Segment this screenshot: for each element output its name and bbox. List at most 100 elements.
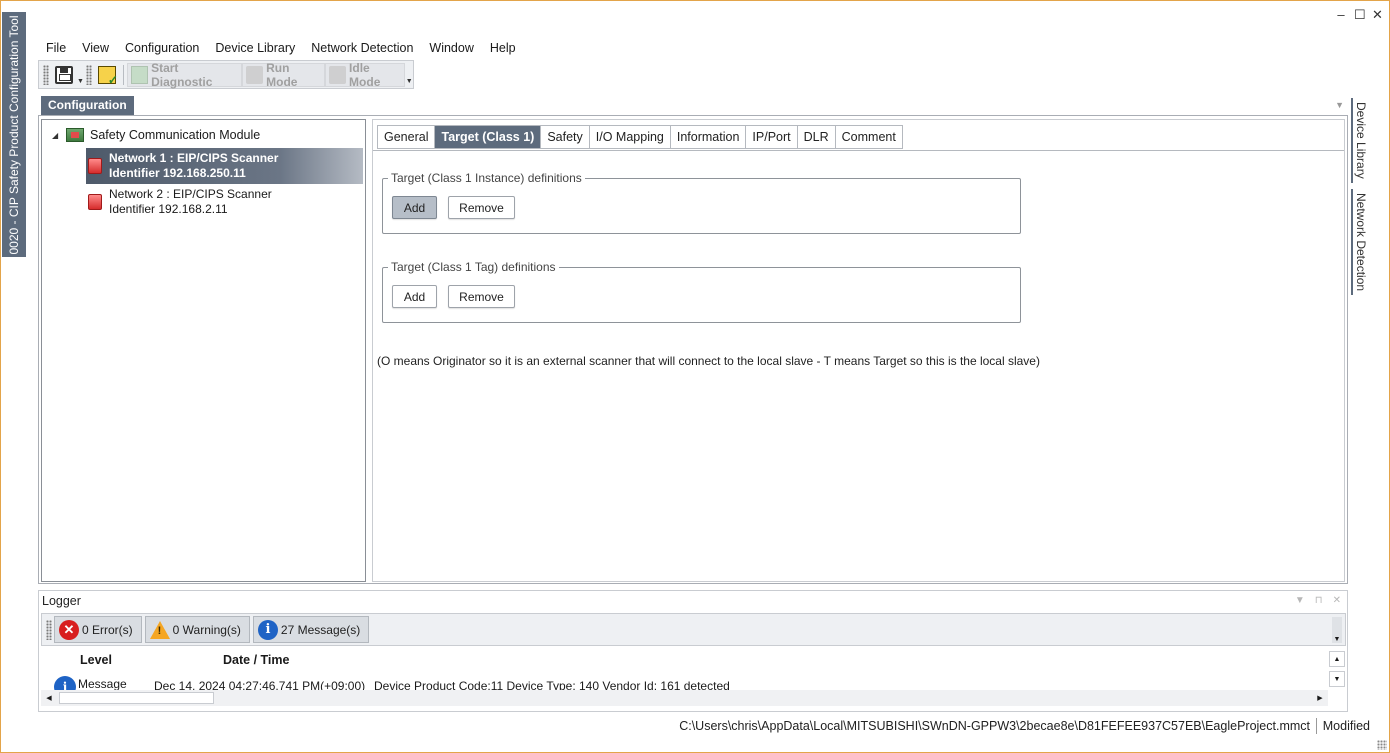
remove-instance-button[interactable]: Remove (448, 196, 515, 219)
properties-tab-area: General Target (Class 1) Safety I/O Mapp… (372, 119, 1345, 582)
logger-controls: ▼ ⊓ ✕ (1295, 595, 1341, 606)
right-side-tabs: Device Library Network Detection (1351, 98, 1369, 295)
scroll-down-icon[interactable]: ▼ (1329, 671, 1345, 687)
tab-general[interactable]: General (377, 125, 436, 149)
run-mode-icon (246, 65, 264, 84)
scroll-left-icon[interactable]: ◀ (41, 690, 57, 706)
logger-toolbar: ✕ 0 Error(s) 0 Warning(s) i 27 Message(s… (41, 613, 1346, 646)
menu-view[interactable]: View (74, 38, 117, 58)
info-icon: i (257, 619, 278, 640)
configuration-panel: ◢ Safety Communication Module Network 1 … (38, 115, 1348, 584)
save-button[interactable] (51, 63, 77, 87)
modified-status: Modified (1322, 719, 1370, 733)
maximize-icon[interactable]: ☐ (1354, 8, 1366, 22)
menu-window[interactable]: Window (421, 38, 481, 58)
tab-information[interactable]: Information (670, 125, 747, 149)
panel-options-icon[interactable]: ▼ (1335, 100, 1344, 110)
close-icon[interactable]: ✕ (1372, 8, 1383, 22)
errors-count: 0 Error(s) (82, 622, 133, 637)
tab-comment[interactable]: Comment (835, 125, 903, 149)
toolbar-overflow-arrow[interactable]: ▼ (405, 63, 413, 87)
tag-definitions-group: Target (Class 1 Tag) definitions Add Rem… (382, 260, 1021, 323)
warnings-filter-button[interactable]: 0 Warning(s) (144, 616, 250, 643)
scroll-up-icon[interactable]: ▲ (1329, 651, 1345, 667)
logger-pin-icon[interactable]: ⊓ (1315, 595, 1323, 606)
network-1-identifier: Identifier 192.168.250.11 (109, 166, 246, 180)
tree-node-network-1[interactable]: Network 1 : EIP/CIPS Scanner Identifier … (86, 148, 363, 184)
target-class1-content: Target (Class 1 Instance) definitions Ad… (373, 150, 1344, 581)
warnings-count: 0 Warning(s) (172, 622, 241, 637)
menu-configuration[interactable]: Configuration (117, 38, 207, 58)
messages-filter-button[interactable]: i 27 Message(s) (252, 616, 370, 643)
originator-target-note: (O means Originator so it is an external… (377, 354, 1040, 368)
log-horizontal-scrollbar[interactable]: ◀ ▶ (41, 690, 1328, 706)
start-diagnostic-label: Start Diagnostic (151, 60, 213, 89)
toolbar-separator (122, 64, 124, 85)
log-header: Level Date / Time (41, 653, 1346, 669)
app-title: 0020 - CIP Safety Product Configuration … (7, 14, 21, 255)
idle-mode-button[interactable]: Idle Mode (325, 60, 406, 89)
save-icon (54, 65, 73, 84)
add-tag-button[interactable]: Add (392, 285, 437, 308)
module-icon (66, 128, 84, 142)
log-vertical-scrollbar[interactable]: ▲ ▼ (1329, 651, 1345, 687)
toolbar-grip[interactable] (43, 64, 49, 85)
collapse-icon[interactable]: ◢ (52, 131, 60, 140)
scroll-thumb[interactable] (59, 692, 214, 704)
instance-definitions-legend: Target (Class 1 Instance) definitions (388, 171, 585, 185)
logger-toolbar-grip[interactable] (46, 619, 52, 640)
window-controls: – ☐ ✕ (1336, 8, 1383, 22)
run-mode-button[interactable]: Run Mode (242, 60, 326, 89)
network-tree: ◢ Safety Communication Module Network 1 … (41, 119, 366, 582)
tag-definitions-legend: Target (Class 1 Tag) definitions (388, 260, 559, 274)
diagnostic-icon (130, 65, 149, 84)
save-dropdown-arrow[interactable]: ▼ (77, 63, 85, 87)
tree-node-network-2[interactable]: Network 2 : EIP/CIPS Scanner Identifier … (86, 184, 363, 220)
remove-tag-button[interactable]: Remove (448, 285, 515, 308)
toolbar-grip-2[interactable] (86, 64, 92, 85)
logger-close-icon[interactable]: ✕ (1333, 595, 1341, 606)
log-level: Message (78, 677, 127, 691)
configuration-panel-tab[interactable]: Configuration (41, 96, 134, 115)
tab-dlr[interactable]: DLR (797, 125, 836, 149)
resize-grip[interactable] (1377, 740, 1387, 750)
logger-toolbar-overflow-arrow[interactable]: ▼ (1332, 617, 1342, 643)
tab-safety[interactable]: Safety (541, 125, 590, 149)
scanner-icon (88, 158, 102, 174)
logger-title: Logger (42, 594, 81, 608)
idle-mode-label: Idle Mode (349, 60, 381, 89)
logger-options-icon[interactable]: ▼ (1295, 595, 1305, 606)
menu-network-detection[interactable]: Network Detection (303, 38, 421, 58)
status-bar: C:\Users\chris\AppData\Local\MITSUBISHI\… (0, 716, 1390, 736)
menu-file[interactable]: File (38, 38, 74, 58)
menu-help[interactable]: Help (482, 38, 524, 58)
run-mode-label: Run Mode (266, 60, 298, 89)
minimize-icon[interactable]: – (1336, 8, 1346, 22)
network-2-identifier: Identifier 192.168.2.11 (109, 202, 228, 216)
main-toolbar: ▼ Start Diagnostic Run Mode Idle Mode ▼ (38, 60, 414, 89)
idle-mode-icon (329, 65, 347, 84)
warning-icon (149, 620, 170, 639)
network-2-name: Network 2 : EIP/CIPS Scanner (109, 187, 272, 201)
tab-target-class1[interactable]: Target (Class 1) (435, 125, 542, 149)
tab-device-library[interactable]: Device Library (1351, 98, 1369, 183)
start-diagnostic-button[interactable]: Start Diagnostic (126, 60, 243, 89)
scroll-right-icon[interactable]: ▶ (1312, 690, 1328, 706)
tab-io-mapping[interactable]: I/O Mapping (589, 125, 671, 149)
menu-device-library[interactable]: Device Library (207, 38, 303, 58)
tree-root-label: Safety Communication Module (90, 128, 261, 142)
logger-panel: Logger ▼ ⊓ ✕ ✕ 0 Error(s) 0 Warning(s) i… (38, 590, 1348, 712)
menu-bar: File View Configuration Device Library N… (38, 38, 524, 58)
date-column-header[interactable]: Date / Time (223, 653, 289, 667)
tree-root[interactable]: ◢ Safety Communication Module (52, 128, 260, 142)
tab-ip-port[interactable]: IP/Port (746, 125, 798, 149)
verify-button[interactable] (94, 63, 120, 87)
level-column-header[interactable]: Level (80, 653, 112, 667)
errors-filter-button[interactable]: ✕ 0 Error(s) (54, 616, 142, 643)
app-title-sidebar: 0020 - CIP Safety Product Configuration … (2, 12, 26, 257)
network-1-name: Network 1 : EIP/CIPS Scanner (109, 151, 279, 165)
instance-definitions-group: Target (Class 1 Instance) definitions Ad… (382, 171, 1021, 234)
tab-network-detection[interactable]: Network Detection (1351, 188, 1369, 295)
project-path: C:\Users\chris\AppData\Local\MITSUBISHI\… (679, 719, 1310, 733)
add-instance-button[interactable]: Add (392, 196, 437, 219)
